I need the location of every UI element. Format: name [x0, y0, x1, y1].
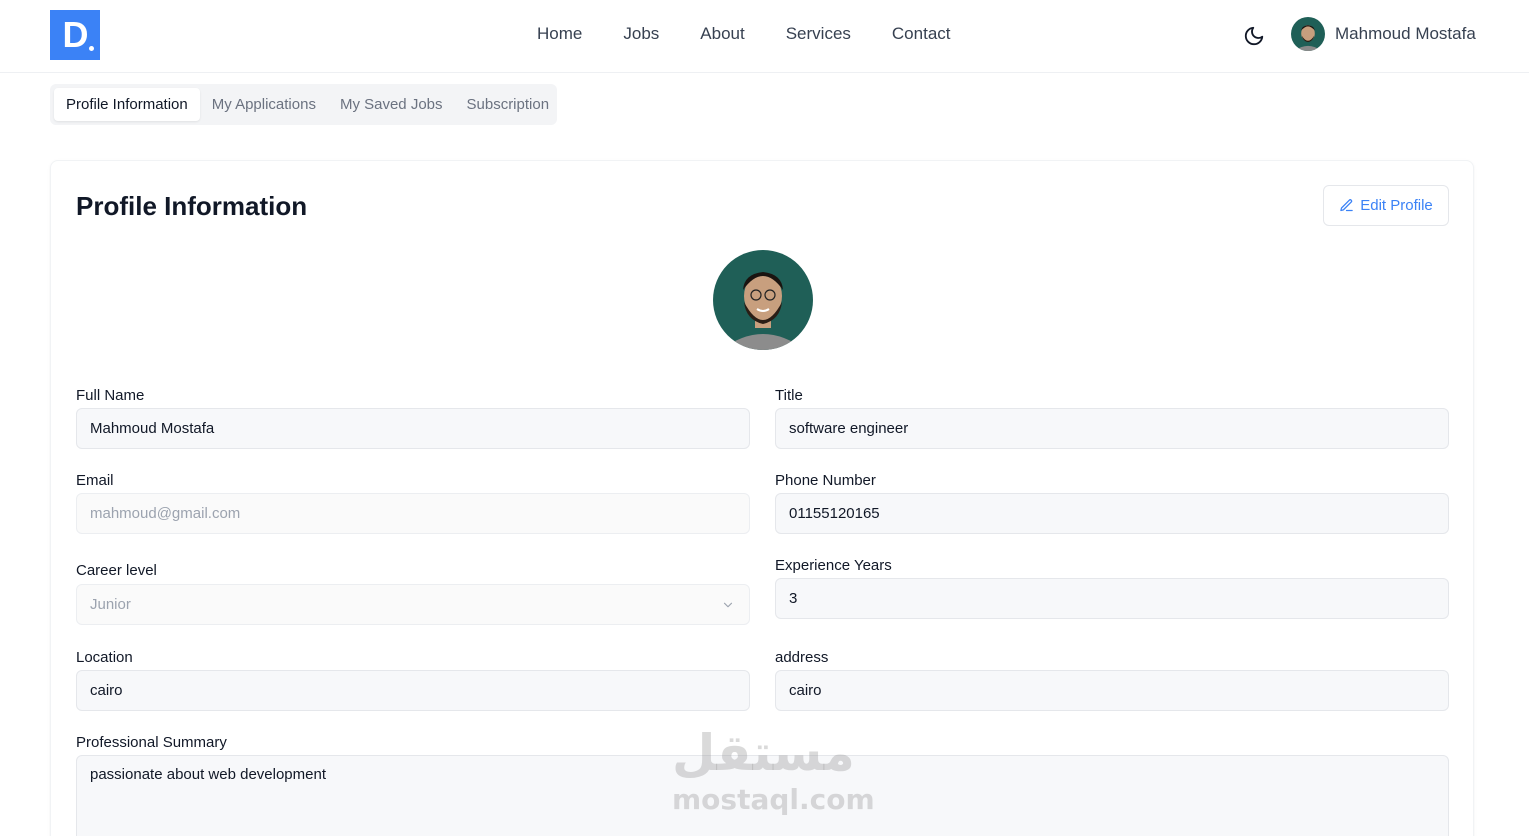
career-level-label: Career level: [76, 562, 157, 579]
title-label: Title: [775, 387, 803, 404]
site-logo[interactable]: D: [50, 10, 100, 60]
edit-profile-button[interactable]: Edit Profile: [1323, 185, 1449, 226]
email-label: Email: [76, 472, 114, 489]
pencil-icon: [1340, 199, 1353, 212]
experience-input[interactable]: 3: [775, 578, 1449, 619]
location-label: Location: [76, 649, 133, 666]
nav-services-link[interactable]: Services: [786, 24, 851, 44]
tab-my-saved-jobs[interactable]: My Saved Jobs: [328, 88, 455, 121]
edit-profile-label: Edit Profile: [1360, 197, 1433, 214]
profile-tabs: Profile Information My Applications My S…: [50, 84, 557, 125]
nav-home-link[interactable]: Home: [537, 24, 582, 44]
logo-dot: [89, 46, 94, 51]
page-title: Profile Information: [76, 191, 308, 221]
location-input[interactable]: cairo: [76, 670, 750, 711]
nav-about-link[interactable]: About: [700, 24, 744, 44]
moon-icon[interactable]: [1243, 25, 1265, 47]
career-level-value: Junior: [90, 596, 131, 613]
main-nav: Home Jobs About Services Contact: [537, 24, 992, 44]
tab-profile-information[interactable]: Profile Information: [54, 88, 200, 121]
site-header: D Home Jobs About Services Contact Mahmo…: [0, 0, 1529, 73]
experience-label: Experience Years: [775, 557, 892, 574]
nav-jobs-link[interactable]: Jobs: [623, 24, 659, 44]
logo-letter: D: [62, 14, 89, 55]
full-name-input[interactable]: Mahmoud Mostafa: [76, 408, 750, 449]
user-menu[interactable]: Mahmoud Mostafa: [1291, 17, 1476, 51]
address-input[interactable]: cairo: [775, 670, 1449, 711]
summary-label: Professional Summary: [76, 734, 227, 751]
profile-avatar[interactable]: [713, 250, 813, 350]
full-name-label: Full Name: [76, 387, 145, 404]
profile-card: Profile Information Edit Profile Full Na…: [50, 160, 1474, 836]
email-field[interactable]: mahmoud@gmail.com: [76, 493, 750, 534]
nav-contact-link[interactable]: Contact: [892, 24, 951, 44]
user-name: Mahmoud Mostafa: [1335, 24, 1476, 43]
title-input[interactable]: software engineer: [775, 408, 1449, 449]
chevron-down-icon: [723, 602, 733, 608]
address-label: address: [775, 649, 829, 666]
summary-textarea[interactable]: passionate about web development: [76, 755, 1449, 836]
phone-label: Phone Number: [775, 472, 876, 489]
career-level-select[interactable]: Junior: [76, 584, 750, 625]
phone-input[interactable]: 01155120165: [775, 493, 1449, 534]
tab-subscription[interactable]: Subscription: [455, 88, 562, 121]
user-avatar: [1291, 17, 1325, 51]
tab-my-applications[interactable]: My Applications: [200, 88, 328, 121]
